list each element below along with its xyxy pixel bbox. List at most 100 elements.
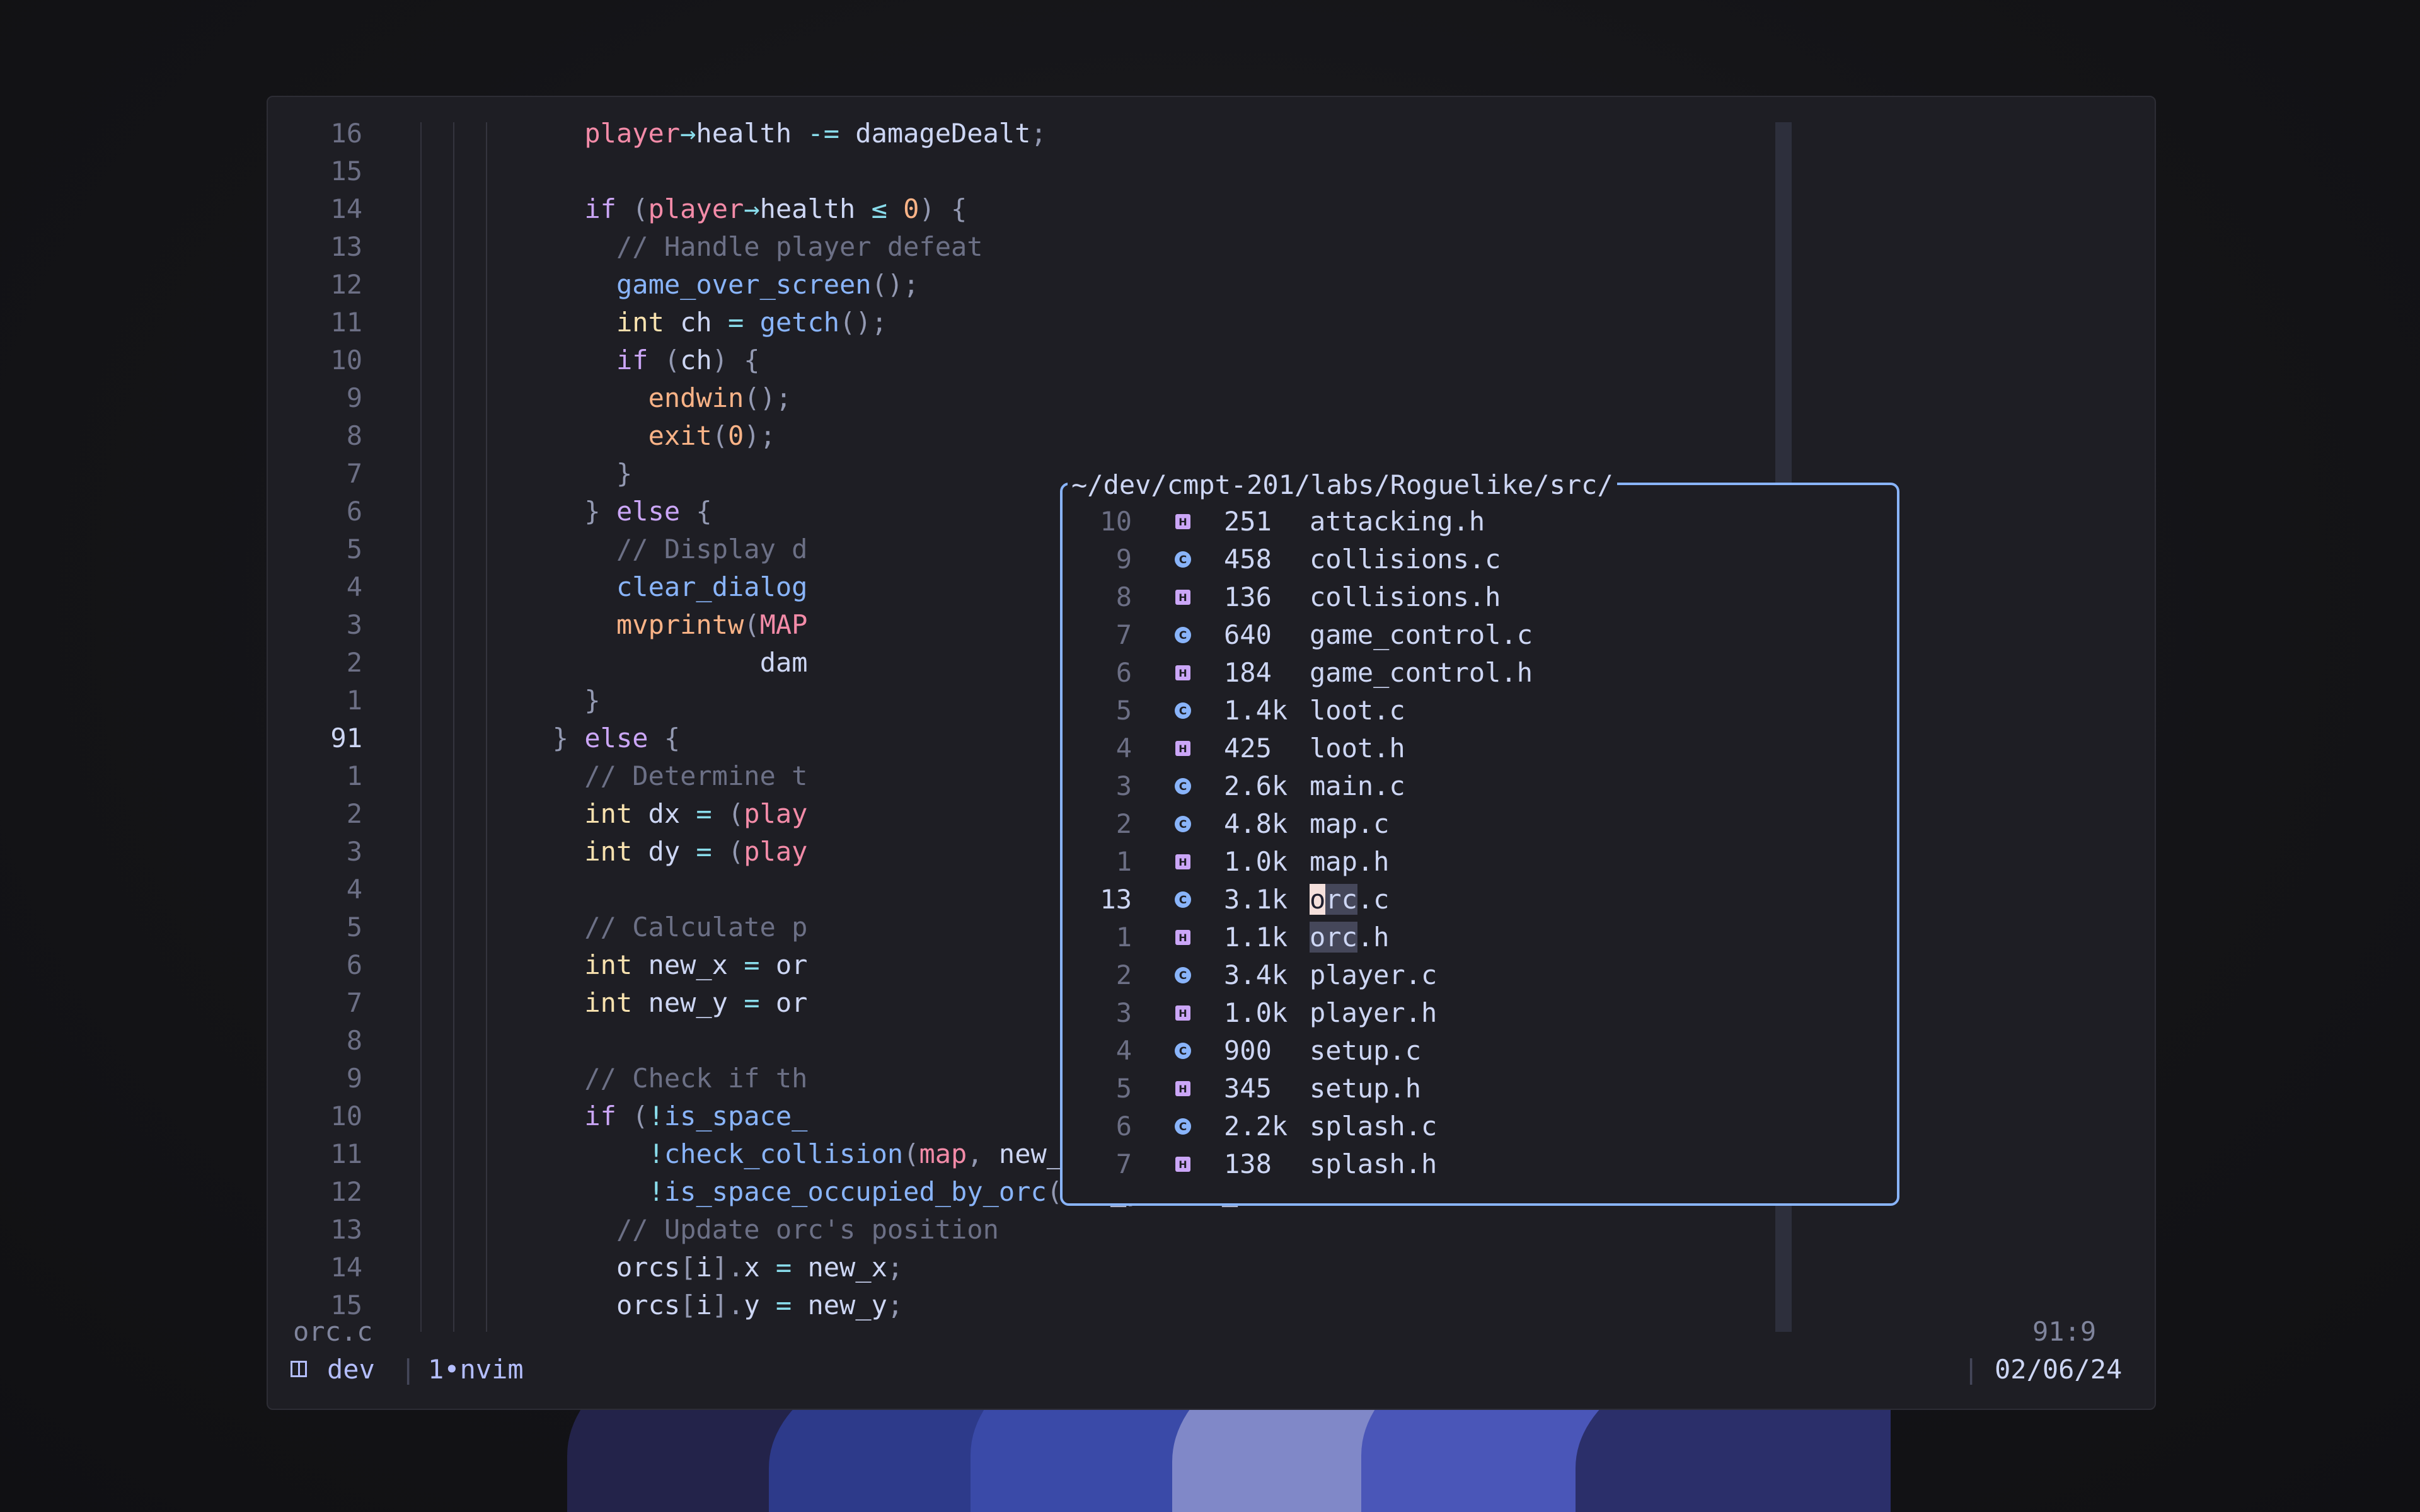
tmux-window-tab[interactable]: 1•nvim [428,1351,524,1389]
c-file-icon: C [1175,1043,1191,1059]
picker-item[interactable]: 2 C 3.4k player.c [1063,956,1894,994]
h-file-icon: H [1175,1157,1190,1172]
code-text: orcs[i].y = new_y; [616,1290,904,1320]
h-file-icon: H [1175,930,1190,945]
picker-item-name: game_control.h [1310,657,1533,688]
picker-item[interactable]: 1 H 1.1k orc.h [1063,919,1894,956]
h-file-icon: H [1175,514,1190,529]
picker-item-index: 7 [1115,1148,1132,1179]
picker-item-index: 3 [1115,997,1132,1028]
code-line[interactable]: 14 orcs[i].x = new_x; [268,1249,1780,1286]
line-number: 91 [330,723,362,753]
picker-item[interactable]: 6 C 2.2k splash.c [1063,1108,1894,1145]
tmux-separator: | [1963,1354,1979,1385]
svg-text:C: C [1179,970,1187,982]
line-number: 12 [330,1176,362,1207]
code-line[interactable]: 10 if (ch) { [268,341,1780,379]
picker-item-name: setup.h [1310,1073,1422,1104]
code-text: exit(0); [648,420,776,451]
picker-item-index: 4 [1115,1035,1132,1066]
picker-item-size: 640 [1224,619,1272,650]
code-line[interactable]: 9 endwin(); [268,379,1780,417]
picker-item[interactable]: 5 C 1.4k loot.c [1063,692,1894,730]
line-number: 6 [346,949,362,980]
picker-item[interactable]: 3 H 1.0k player.h [1063,994,1894,1032]
tmux-separator: | [400,1354,417,1385]
code-line[interactable]: 13 // Update orc's position [268,1211,1780,1249]
code-text: orcs[i].x = new_x; [616,1252,904,1283]
picker-item[interactable]: 4 C 900 setup.c [1063,1032,1894,1070]
picker-item-name: map.h [1310,846,1390,877]
picker-item-name: collisions.c [1310,544,1501,575]
picker-item[interactable]: 2 C 4.8k map.c [1063,805,1894,843]
picker-item-name: attacking.h [1310,506,1485,537]
code-text: } else { [584,496,712,527]
picker-item-size: 1.1k [1224,922,1288,953]
svg-text:C: C [1179,705,1187,718]
picker-item-name: setup.c [1310,1035,1422,1066]
code-line[interactable]: 16 player→health -= damageDealt; [268,115,1780,152]
file-picker-popup[interactable]: ~/dev/cmpt-201/labs/Roguelike/src/ 10 H 25… [1060,466,1899,1206]
code-line[interactable]: 11 int ch = getch(); [268,304,1780,341]
code-line[interactable]: 15 orcs[i].y = new_y; [268,1286,1780,1324]
line-number: 8 [346,1025,362,1056]
h-file-icon: H [1175,1081,1190,1096]
tmux-session-name[interactable]: dev [327,1351,375,1389]
picker-item[interactable]: 10 H 251 attacking.h [1063,503,1894,541]
svg-text:H: H [1178,1007,1187,1019]
h-file-icon: H [1175,590,1190,605]
picker-item-size: 3.1k [1224,884,1288,915]
svg-text:H: H [1178,1159,1187,1171]
c-file-icon: C [1175,967,1191,983]
picker-item-index: 7 [1115,619,1132,650]
code-line[interactable]: 14 if (player→health ≤ 0) { [268,190,1780,228]
line-number: 7 [346,987,362,1018]
picker-item-index: 6 [1115,1111,1132,1142]
picker-item[interactable]: 7 C 640 game_control.c [1063,616,1894,654]
picker-item-name: loot.h [1310,733,1405,764]
line-number: 11 [330,307,362,338]
picker-item-index: 13 [1100,884,1132,915]
picker-item[interactable]: 6 H 184 game_control.h [1063,654,1894,692]
picker-item[interactable]: 7 H 138 splash.h [1063,1145,1894,1183]
line-number: 3 [346,609,362,640]
code-line[interactable]: 15 [268,152,1780,190]
code-text: // Determine t [584,760,808,791]
picker-item-name: loot.c [1310,695,1405,726]
picker-item[interactable]: 4 H 425 loot.h [1063,730,1894,767]
picker-item[interactable]: 8 H 136 collisions.h [1063,578,1894,616]
code-line[interactable]: 13 // Handle player defeat [268,228,1780,266]
line-number: 7 [346,458,362,489]
code-text: if (ch) { [616,345,760,375]
line-number: 9 [346,1063,362,1094]
picker-item-size: 900 [1224,1035,1272,1066]
svg-text:H: H [1178,743,1187,755]
line-number: 10 [330,1101,362,1131]
code-text: } [584,685,601,716]
picker-item-index: 10 [1100,506,1132,537]
code-line[interactable]: 12 game_over_screen(); [268,266,1780,304]
c-file-icon: C [1175,816,1191,832]
picker-item-index: 1 [1115,922,1132,953]
svg-text:C: C [1179,818,1187,831]
c-file-icon: C [1175,778,1191,794]
c-file-icon: C [1175,891,1191,908]
svg-text:C: C [1179,1045,1187,1058]
code-line[interactable]: 8 exit(0); [268,417,1780,455]
line-number: 13 [330,1214,362,1245]
line-number: 9 [346,382,362,413]
picker-item[interactable]: 5 H 345 setup.h [1063,1070,1894,1108]
picker-item-index: 5 [1115,1073,1132,1104]
picker-item-size: 345 [1224,1073,1272,1104]
picker-item[interactable]: 1 H 1.0k map.h [1063,843,1894,881]
line-number: 12 [330,269,362,300]
picker-item-index: 8 [1115,581,1132,612]
picker-item[interactable]: 3 C 2.6k main.c [1063,767,1894,805]
c-file-icon: C [1175,627,1191,643]
line-number: 4 [346,571,362,602]
picker-item[interactable]: 13 C 3.1k orc.c [1063,881,1894,919]
c-file-icon: C [1175,702,1191,719]
picker-item[interactable]: 9 C 458 collisions.c [1063,541,1894,578]
code-text: int ch = getch(); [616,307,887,338]
code-text: } [616,458,633,489]
